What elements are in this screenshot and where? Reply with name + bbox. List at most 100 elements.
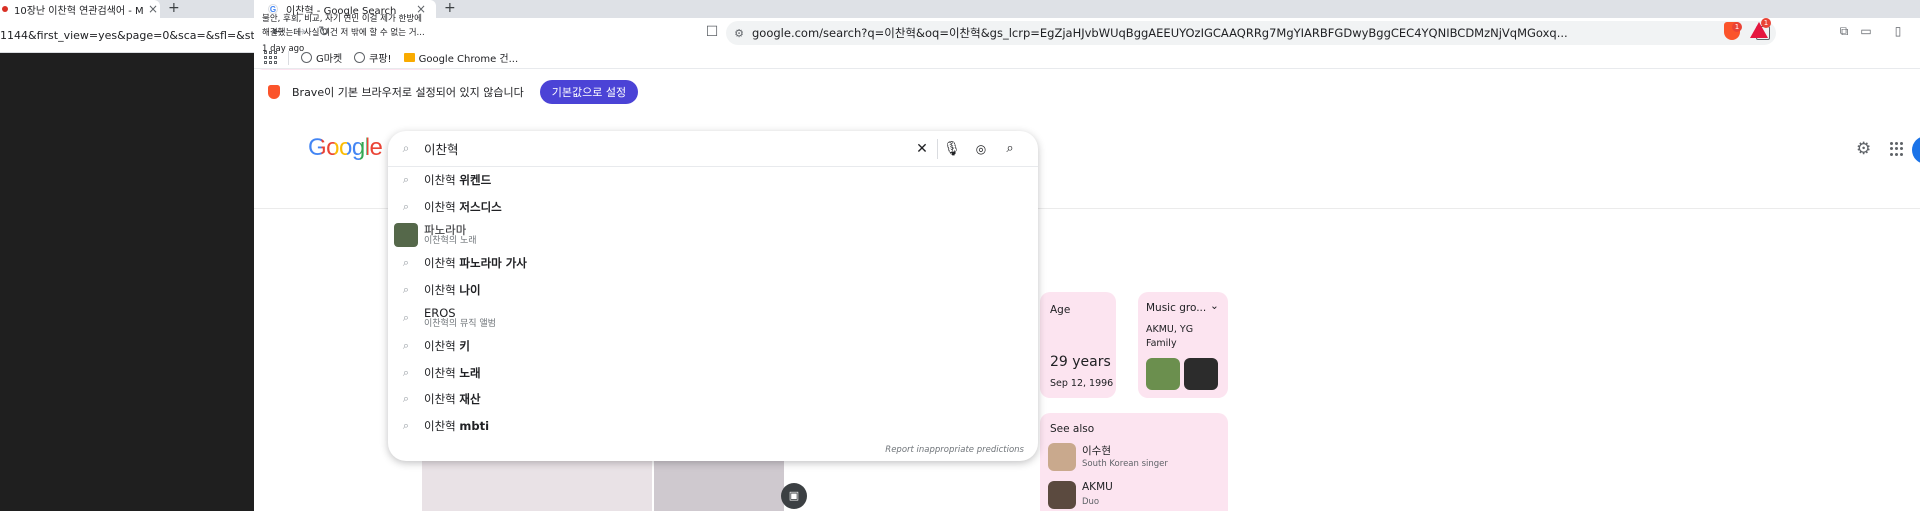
suggestion-prefix: 이찬혁 xyxy=(424,392,460,407)
search-autocomplete-panel: ⌕ ✕ 🎙 ◎ ⌕ ⌕ 이찬혁 위켄드 ⌕ 이찬혁 저스디스 파노라마 이찬혁의… xyxy=(388,131,1038,461)
suggestion-title: EROS xyxy=(424,305,456,320)
search-icon: ⌕ xyxy=(402,199,410,213)
search-icon: ⌕ xyxy=(402,141,410,155)
search-icon: ⌕ xyxy=(402,418,410,432)
suggestion-prefix: 이찬혁 xyxy=(424,418,460,433)
suggestion-title: 파노라마 xyxy=(424,222,467,237)
person-desc: South Korean singer xyxy=(1082,459,1168,469)
globe-icon xyxy=(354,52,366,63)
address-bar[interactable]: ⚙ google.com/search?q=이찬혁&oq=이찬혁&gs_lcrp… xyxy=(726,21,1776,45)
search-icon: ⌕ xyxy=(402,365,410,379)
suggestion-prefix: 이찬혁 xyxy=(424,199,460,214)
brave-shield-icon[interactable]: 1 xyxy=(1724,22,1742,40)
suggestion-completion: 키 xyxy=(459,339,470,354)
akmu-thumbnail[interactable] xyxy=(1146,358,1180,390)
tab-favicon-icon xyxy=(2,6,8,12)
bookmark-label: 쿠팡! xyxy=(369,54,392,65)
background-tab-title: 10장난 이찬혁 연관검색어 - M xyxy=(14,5,144,17)
brave-rewards-icon[interactable]: 1 xyxy=(1750,18,1771,38)
search-submit-icon[interactable]: ⌕ xyxy=(1001,140,1019,158)
clear-icon[interactable]: ✕ xyxy=(913,140,931,158)
bookmarks-bar: G마켓 쿠팡! Google Chrome 건... xyxy=(254,47,1920,69)
search-icon: ⌕ xyxy=(402,173,410,187)
search-box: ⌕ ✕ 🎙 ◎ ⌕ xyxy=(388,131,1038,167)
search-icon: ⌕ xyxy=(402,311,410,324)
bookmark-label: G마켓 xyxy=(316,54,343,65)
site-info-icon[interactable]: ⚙ xyxy=(726,27,752,40)
profile-photo[interactable] xyxy=(422,460,652,511)
chevron-down-icon[interactable]: ⌄ xyxy=(1210,300,1219,312)
browser-toolbar: ← → ↻ ☐ ⚙ google.com/search?q=이찬혁&oq=이찬혁… xyxy=(254,18,1920,47)
suggestion-prefix: 이찬혁 xyxy=(424,365,460,380)
tab-strip: G 이찬혁 - Google Search × + xyxy=(254,0,1920,18)
news-snippet: 불안, 후회, 비교, 자기 연민 이걸 제가 한방에 xyxy=(262,14,422,24)
google-apps-icon[interactable] xyxy=(1890,142,1904,156)
report-predictions-link[interactable]: Report inappropriate predictions xyxy=(885,445,1024,455)
bookmark-gmarket[interactable]: G마켓 xyxy=(301,50,342,65)
suggestion-item-rich[interactable]: 파노라마 이찬혁의 노래 xyxy=(388,220,1038,250)
bookmark-coupang[interactable]: 쿠팡! xyxy=(354,50,392,65)
brave-lion-icon xyxy=(268,85,280,99)
suggestion-subtitle: 이찬혁의 뮤직 앨범 xyxy=(424,318,496,329)
default-browser-banner: Brave이 기본 브라우저로 설정되어 있지 않습니다 기본값으로 설정 xyxy=(254,78,1920,106)
music-group-card[interactable]: Music gro... ⌄ AKMU, YG Family xyxy=(1138,292,1228,398)
background-browser-window: 10장난 이찬혁 연관검색어 - M × + 1144&first_view=y… xyxy=(0,0,305,511)
main-browser-window: G 이찬혁 - Google Search × + ← → ↻ ☐ ⚙ goog… xyxy=(254,0,1920,511)
bookmark-chrome-folder[interactable]: Google Chrome 건... xyxy=(403,50,519,65)
google-logo[interactable]: Google xyxy=(308,134,383,162)
suggestion-completion: 위켄드 xyxy=(459,173,492,188)
close-tab-icon[interactable]: × xyxy=(148,2,158,16)
suggestion-item[interactable]: ⌕ 이찬혁 나이 xyxy=(388,277,1038,304)
shield-count-badge: 1 xyxy=(1732,22,1742,32)
suggestion-list: ⌕ 이찬혁 위켄드 ⌕ 이찬혁 저스디스 파노라마 이찬혁의 노래 ⌕ 이찬혁 … xyxy=(388,167,1038,439)
person-name[interactable]: AKMU xyxy=(1082,481,1113,493)
search-divider xyxy=(937,139,938,159)
age-card[interactable]: Age 29 years Sep 12, 1996 xyxy=(1040,292,1116,398)
song-thumbnail xyxy=(394,223,418,247)
suggestion-item[interactable]: ⌕ 이찬혁 노래 xyxy=(388,360,1038,387)
suggestion-item[interactable]: ⌕ 이찬혁 파노라마 가사 xyxy=(388,250,1038,277)
suggestion-completion: 파노라마 가사 xyxy=(459,256,527,271)
background-tab[interactable]: 10장난 이찬혁 연관검색어 - M × xyxy=(0,0,160,18)
suggestion-item[interactable]: ⌕ 이찬혁 키 xyxy=(388,333,1038,360)
person-name[interactable]: 이수현 xyxy=(1082,443,1111,458)
search-input[interactable] xyxy=(424,141,894,156)
suggestion-item[interactable]: ⌕ 이찬혁 저스디스 xyxy=(388,194,1038,221)
suggestion-item[interactable]: ⌕ 이찬혁 mbti xyxy=(388,413,1038,440)
person-desc: Duo xyxy=(1082,497,1100,507)
new-tab-icon[interactable]: + xyxy=(444,0,456,16)
suggestion-completion: 나이 xyxy=(459,282,481,297)
new-tab-icon[interactable]: + xyxy=(168,0,180,16)
bookmark-label: Google Chrome 건... xyxy=(418,54,519,65)
banner-text: Brave이 기본 브라우저로 설정되어 있지 않습니다 xyxy=(292,86,524,99)
news-time: 1 day ago xyxy=(262,44,305,54)
yg-family-thumbnail[interactable] xyxy=(1184,358,1218,390)
settings-gear-icon[interactable]: ⚙ xyxy=(1856,139,1871,159)
suggestion-completion: 노래 xyxy=(459,365,481,380)
set-default-button[interactable]: 기본값으로 설정 xyxy=(539,80,639,104)
background-address-bar[interactable]: 1144&first_view=yes&page=0&sca=&sfl=&stx… xyxy=(0,18,305,53)
mic-icon[interactable]: 🎙 xyxy=(943,140,961,158)
extensions-icon[interactable]: ⧉ xyxy=(1836,24,1852,40)
lens-icon[interactable]: ◎ xyxy=(972,140,990,158)
news-snippet-2: 해결했는데 사실 이건 저 밖에 할 수 없는 거... xyxy=(262,28,425,38)
wallet-icon[interactable]: ▯ xyxy=(1890,24,1906,40)
sidebar-icon[interactable]: ▭ xyxy=(1858,24,1874,40)
suggestion-prefix: 이찬혁 xyxy=(424,173,460,188)
search-icon: ⌕ xyxy=(402,392,410,406)
suggestion-prefix: 이찬혁 xyxy=(424,282,460,297)
age-label: Age xyxy=(1050,304,1071,316)
suggestion-item-rich[interactable]: ⌕ EROS 이찬혁의 뮤직 앨범 xyxy=(388,303,1038,333)
account-avatar[interactable] xyxy=(1912,136,1920,164)
person-thumbnail[interactable] xyxy=(1048,443,1076,471)
person-thumbnail[interactable] xyxy=(1048,481,1076,509)
rewards-count-badge: 1 xyxy=(1761,18,1771,28)
image-search-icon[interactable]: ▣ xyxy=(781,483,807,509)
bookmark-page-icon[interactable]: ☐ xyxy=(702,22,722,42)
suggestion-item[interactable]: ⌕ 이찬혁 재산 xyxy=(388,386,1038,413)
suggestion-item[interactable]: ⌕ 이찬혁 위켄드 xyxy=(388,167,1038,194)
search-icon: ⌕ xyxy=(402,256,410,270)
folder-icon xyxy=(403,53,415,62)
profile-photo[interactable] xyxy=(654,460,784,511)
suggestion-prefix: 이찬혁 xyxy=(424,256,460,271)
